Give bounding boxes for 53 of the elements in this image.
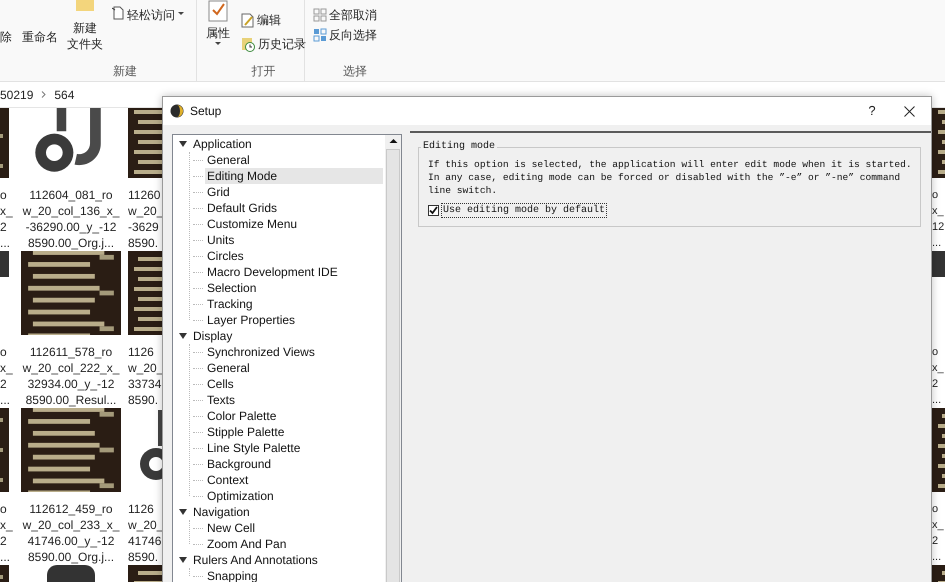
- file-name: o x_ 12 ...: [932, 188, 945, 251]
- tree-item[interactable]: Rulers And Annotations: [191, 552, 318, 568]
- tree-item[interactable]: Synchronized Views: [205, 344, 383, 360]
- tree-item[interactable]: Cells: [205, 376, 383, 392]
- tree-item[interactable]: Display: [191, 328, 232, 344]
- tree-item[interactable]: Line Style Palette: [205, 440, 383, 456]
- file-name: 112604_081_ro w_20_col_136_x_ -36290.00_y_-12 8590.00_Org.j...: [22, 187, 120, 251]
- new-folder-button[interactable]: 新建 文件夹: [64, 0, 106, 52]
- path-segment[interactable]: 564: [54, 86, 74, 104]
- help-button[interactable]: ?: [857, 99, 887, 123]
- tree-item[interactable]: Context: [205, 472, 383, 488]
- tree-item[interactable]: Selection: [205, 280, 383, 296]
- tree-item[interactable]: Zoom And Pan: [205, 536, 383, 552]
- group-label: 选择: [343, 63, 367, 80]
- delete-button[interactable]: 除: [0, 22, 20, 52]
- file-name: 112612_459_ro w_20_col_233_x_ 41746.00_y_-12 8590.00_Org.j...: [22, 501, 120, 565]
- ribbon-button[interactable]: 编辑: [241, 10, 306, 30]
- ribbon-button[interactable]: 历史记录: [241, 34, 306, 54]
- tree-item[interactable]: General: [205, 360, 383, 376]
- window-title: Setup: [190, 103, 222, 120]
- tree-item[interactable]: Editing Mode: [205, 168, 383, 184]
- tree-item[interactable]: Default Grids: [205, 200, 383, 216]
- tree-item[interactable]: Navigation: [191, 504, 250, 520]
- tree-item[interactable]: Units: [205, 232, 383, 248]
- tree-item[interactable]: Grid: [205, 184, 383, 200]
- tree-item[interactable]: Layer Properties: [205, 312, 383, 328]
- easy-access-button[interactable]: 轻松访问: [112, 6, 184, 24]
- tree-item[interactable]: New Cell: [205, 520, 383, 536]
- description-text: If this option is selected, the application will enter edit mode when it is started. In any case, editing mode can be forced or disabled with the ”-e” or ”-ne” command line switch.: [428, 158, 913, 197]
- properties-button[interactable]: 属性: [203, 0, 233, 48]
- file-name: o x_ 2 ...: [932, 345, 945, 408]
- tree-item[interactable]: Color Palette: [205, 408, 383, 424]
- tree-item[interactable]: Customize Menu: [205, 216, 383, 232]
- tree-item[interactable]: Application: [191, 136, 252, 152]
- file-name: o x_ 2 ...: [932, 502, 945, 565]
- tree-item[interactable]: Circles: [205, 248, 383, 264]
- file-name: 1126 w_20_ 33734 8590.: [128, 344, 164, 408]
- file-name: 1126 w_20_ 41746 8590.: [128, 501, 164, 565]
- group-label: 打开: [252, 63, 276, 80]
- ribbon-button[interactable]: 反向选择: [313, 25, 385, 45]
- tree-item[interactable]: Macro Development IDE: [205, 264, 383, 280]
- tree-item[interactable]: Optimization: [205, 488, 383, 504]
- tree-item[interactable]: Tracking: [205, 296, 383, 312]
- group-label: 新建: [113, 63, 137, 80]
- tree-item[interactable]: Stipple Palette: [205, 424, 383, 440]
- rename-button[interactable]: 重命名: [20, 22, 60, 52]
- ribbon-button[interactable]: 全部取消: [313, 5, 385, 25]
- file-name: 112611_578_ro w_20_col_222_x_ 32934.00_y_-12 8590.00_Resul...: [22, 344, 120, 408]
- tree-item[interactable]: Texts: [205, 392, 383, 408]
- tree-item[interactable]: Background: [205, 456, 383, 472]
- file-name: 11260 w_20_ -3629 8590.: [128, 187, 164, 251]
- path-segment[interactable]: 50219: [0, 86, 34, 104]
- tree-item[interactable]: General: [205, 152, 383, 168]
